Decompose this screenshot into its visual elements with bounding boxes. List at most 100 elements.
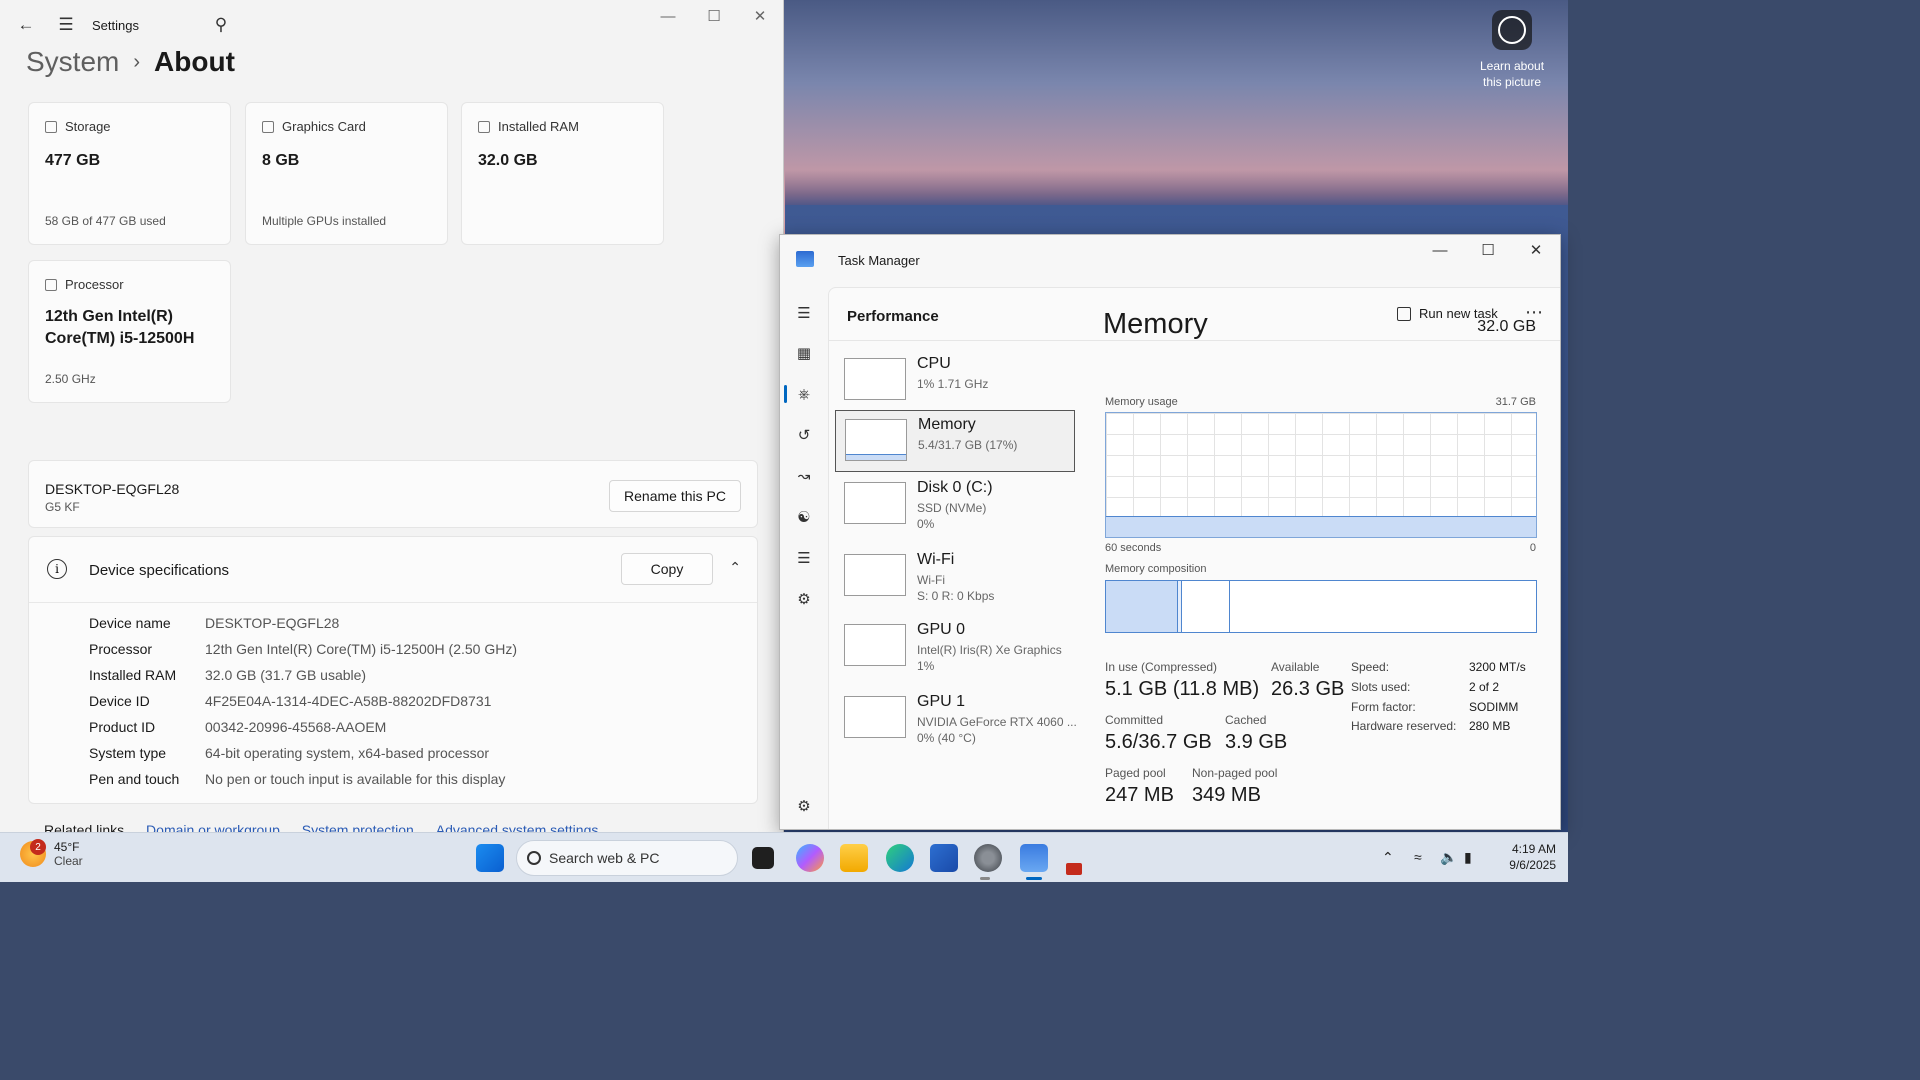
processor-value-line1: 12th Gen Intel(R) [45,308,174,325]
settings-window: ← ☰ Settings ⚲ — ☐ ✕ System › About Stor… [0,0,784,832]
spec-value: 32.0 GB (31.7 GB usable) [205,667,367,683]
task-view-icon[interactable] [752,847,774,869]
spec-value: 4F25E04A-1314-4DEC-A58B-88202DFD8731 [205,693,492,709]
microsoft-store-icon[interactable] [930,844,958,872]
cpu-thumbnail-graph [844,358,906,400]
resource-name: Wi-Fi [917,551,955,568]
tray-app-icon[interactable] [1066,863,1082,875]
ram-card[interactable]: Installed RAM 32.0 GB [461,102,664,245]
pc-name-panel: DESKTOP-EQGFL28 G5 KF Rename this PC [28,460,758,528]
storage-value: 477 GB [45,152,101,169]
stat-value: 5.6/36.7 GB [1105,731,1212,753]
copilot-icon[interactable] [796,844,824,872]
spec-row: Pen and touch No pen or touch input is av… [89,771,505,787]
users-icon[interactable]: ☯ [792,505,816,529]
resource-memory[interactable]: Memory 5.4/31.7 GB (17%) [835,410,1075,472]
stat-label: In use (Compressed) [1105,660,1218,674]
battery-icon[interactable]: ▮ [1464,849,1472,866]
close-button[interactable]: ✕ [737,0,783,32]
info-icon: i [47,559,67,579]
weather-widget[interactable]: 2 45°F Clear [20,839,83,868]
stat-label: Available [1271,660,1320,674]
stat-label: Committed [1105,713,1164,727]
spec-row: Device name DESKTOP-EQGFL28 [89,615,339,631]
resource-disk[interactable]: Disk 0 (C:) SSD (NVMe) 0% [835,474,1075,536]
link-system-protection[interactable]: System protection [302,822,414,832]
rename-pc-button[interactable]: Rename this PC [609,480,741,512]
wifi-thumbnail-graph [844,554,906,596]
resource-gpu1[interactable]: GPU 1 NVIDIA GeForce RTX 4060 ... 0% (40… [835,688,1077,750]
task-manager-taskbar-icon[interactable] [1020,844,1048,872]
resource-wifi[interactable]: Wi-Fi Wi-Fi S: 0 R: 0 Kbps [835,546,1075,608]
resource-detail-2: 0% [917,517,935,531]
breadcrumb-system[interactable]: System [26,46,119,78]
copy-button[interactable]: Copy [621,553,713,585]
settings-window-controls: — ☐ ✕ [645,0,783,32]
run-task-icon [1397,306,1411,321]
task-manager-active-indicator [1026,877,1042,880]
memory-title: Memory [1103,308,1208,340]
camera-icon [1492,10,1532,50]
resource-detail: 1% 1.71 GHz [917,377,989,391]
hamburger-menu-icon[interactable]: ☰ [56,15,76,35]
file-explorer-icon[interactable] [840,844,868,872]
maximize-button[interactable]: ☐ [691,0,737,32]
taskbar: 2 45°F Clear Search web & PC ⌃ ≈ 🔈 ▮ 4:1… [0,832,1568,882]
back-arrow-icon[interactable]: ← [16,15,36,35]
chevron-up-icon[interactable]: ⌃ [1382,849,1394,866]
link-advanced-system-settings[interactable]: Advanced system settings [436,822,599,832]
breadcrumb: System › About [26,46,235,78]
storage-card[interactable]: Storage 477 GB 58 GB of 477 GB used [28,102,231,245]
hamburger-menu-icon[interactable]: ☰ [792,301,816,325]
start-windows-icon[interactable] [476,844,504,872]
storage-sub: 58 GB of 477 GB used [45,214,166,228]
startup-apps-icon[interactable]: ↝ [792,464,816,488]
graph-time-left: 60 seconds [1105,542,1162,554]
processes-icon[interactable]: ▦ [792,341,816,365]
spec-key: Pen and touch [89,771,180,787]
app-history-icon[interactable]: ↺ [792,423,816,447]
spec-key: System type [89,745,167,761]
edge-browser-icon[interactable] [886,844,914,872]
clock[interactable]: 4:19 AM 9/6/2025 [1509,841,1556,873]
graphics-card[interactable]: Graphics Card 8 GB Multiple GPUs install… [245,102,448,245]
spec-value: DESKTOP-EQGFL28 [205,615,340,631]
settings-app-icon[interactable] [974,844,1002,872]
performance-icon[interactable]: ⎈ [792,382,816,406]
tm-close-button[interactable]: ✕ [1512,235,1560,265]
tm-minimize-button[interactable]: — [1416,235,1464,265]
resource-detail-2: 1% [917,659,935,673]
search-icon[interactable]: ⚲ [211,15,231,35]
device-specifications-header[interactable]: i Device specifications Copy ⌃ [29,537,757,603]
wifi-icon[interactable]: ≈ [1414,849,1422,865]
device-specifications-title: Device specifications [89,562,230,579]
services-icon[interactable]: ⚙ [792,587,816,611]
notification-badge: 2 [30,839,46,855]
details-icon[interactable]: ☰ [792,546,816,570]
tm-content: Performance Run new task ⋯ CPU 1% 1.71 G… [828,287,1560,829]
resource-detail: 5.4/31.7 GB (17%) [918,438,1018,452]
related-links: Related links Domain or workgroup System… [44,822,598,832]
processor-card[interactable]: Processor 12th Gen Intel(R) Core(TM) i5-… [28,260,231,403]
resource-detail: Wi-Fi [917,573,945,587]
tm-maximize-button[interactable]: ☐ [1464,235,1512,265]
processor-sub: 2.50 GHz [45,372,96,386]
link-domain-workgroup[interactable]: Domain or workgroup [146,822,280,832]
gpu1-thumbnail-graph [844,696,906,738]
resource-gpu0[interactable]: GPU 0 Intel(R) Iris(R) Xe Graphics 1% [835,616,1075,678]
resource-cpu[interactable]: CPU 1% 1.71 GHz [835,350,1075,412]
stat-value: 3.9 GB [1225,731,1288,753]
volume-icon[interactable]: 🔈 [1440,849,1457,866]
spec-value: 00342-20996-45568-AAOEM [205,719,387,735]
clock-date: 9/6/2025 [1509,858,1556,872]
graphics-value: 8 GB [262,152,300,169]
stat-available: Available 26.3 GB [1271,660,1344,701]
weather-temp: 45°F [54,840,80,854]
minimize-button[interactable]: — [645,0,691,32]
settings-gear-icon[interactable]: ⚙ [792,794,816,818]
chevron-up-icon[interactable]: ⌃ [729,559,741,576]
spec-key: Product ID [89,719,156,735]
stat-value: 247 MB [1105,784,1174,806]
learn-about-picture[interactable]: Learn about this picture [1476,10,1548,90]
taskbar-search[interactable]: Search web & PC [516,840,738,876]
